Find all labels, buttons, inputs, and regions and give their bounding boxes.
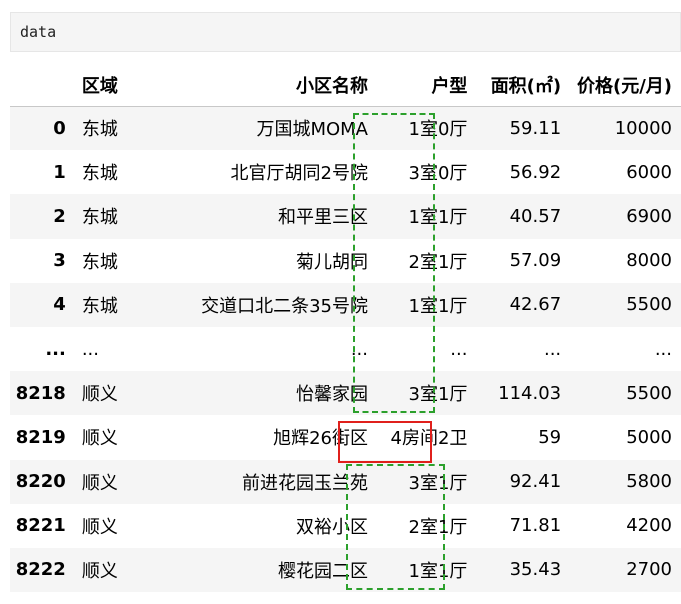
cell-area: 35.43 bbox=[509, 559, 562, 581]
cell-area: 42.67 bbox=[509, 294, 562, 316]
cell-index: 8220 bbox=[15, 471, 66, 493]
cell-price: 6000 bbox=[626, 161, 672, 183]
cell-region: ... bbox=[81, 338, 99, 360]
cell-area: 40.57 bbox=[509, 205, 562, 227]
code-cell[interactable]: data bbox=[10, 12, 681, 52]
cell-price: 6900 bbox=[626, 205, 672, 227]
cell-price: 2700 bbox=[626, 559, 672, 581]
table-row: 4 东城 交道口北二条35号院 1室1厅 42.67 5500 bbox=[10, 282, 681, 327]
layout-highlight-bottom bbox=[346, 464, 445, 590]
table-row: .................. bbox=[10, 326, 681, 372]
cell-region: 顺义 bbox=[81, 384, 118, 406]
table-header-row: 区域 小区名称 户型 面积(㎡) 价格(元/月) bbox=[10, 64, 681, 107]
cell-community-name: 怡馨家园 bbox=[296, 384, 368, 406]
cell-community-name: 双裕小区 bbox=[296, 516, 368, 538]
cell-area: 56.92 bbox=[509, 161, 562, 183]
cell-community-name: 旭辉26街区 bbox=[273, 428, 368, 450]
cell-price: ... bbox=[654, 338, 672, 360]
cell-region: 顺义 bbox=[81, 428, 118, 450]
cell-community-name: 前进花园玉兰苑 bbox=[242, 472, 368, 494]
cell-region: 东城 bbox=[81, 295, 118, 317]
cell-price: 5500 bbox=[626, 382, 672, 404]
cell-community-name: 菊儿胡同 bbox=[296, 251, 368, 273]
cell-price: 5800 bbox=[626, 471, 672, 493]
cell-community-name: 樱花园二区 bbox=[278, 560, 368, 582]
cell-index: 3 bbox=[53, 250, 66, 272]
table-row: 2 东城 和平里三区 1室1厅 40.57 6900 bbox=[10, 194, 681, 239]
cell-region: 顺义 bbox=[81, 472, 118, 494]
header-region: 区域 bbox=[68, 64, 126, 107]
code-text: data bbox=[20, 23, 57, 41]
cell-price: 8000 bbox=[626, 250, 672, 272]
anomaly-highlight bbox=[338, 421, 432, 463]
table-row: 1 东城 北官厅胡同2号院 3室0厅 56.92 6000 bbox=[10, 150, 681, 195]
cell-index: 8219 bbox=[15, 426, 66, 448]
table-row: 0 东城 万国城MOMA 1室0厅 59.11 10000 bbox=[10, 106, 681, 151]
cell-community-name: 万国城MOMA bbox=[256, 119, 368, 141]
cell-area: 57.09 bbox=[509, 250, 562, 272]
cell-index: 1 bbox=[53, 161, 66, 183]
cell-price: 4200 bbox=[626, 515, 672, 537]
cell-index: 2 bbox=[53, 205, 66, 227]
cell-community-name: 交道口北二条35号院 bbox=[201, 295, 368, 317]
header-layout: 户型 bbox=[368, 64, 475, 107]
table-row: 8218 顺义 怡馨家园 3室1厅 114.03 5500 bbox=[10, 371, 681, 416]
cell-price: 5000 bbox=[626, 426, 672, 448]
cell-index: 4 bbox=[53, 294, 66, 316]
cell-region: 东城 bbox=[81, 251, 118, 273]
cell-area: ... bbox=[543, 338, 562, 360]
table-row: 3 东城 菊儿胡同 2室1厅 57.09 8000 bbox=[10, 238, 681, 283]
header-area: 面积(㎡) bbox=[474, 64, 562, 107]
cell-region: 顺义 bbox=[81, 516, 118, 538]
header-price: 价格(元/月) bbox=[561, 64, 681, 107]
cell-index: 8222 bbox=[15, 559, 66, 581]
cell-region: 东城 bbox=[81, 163, 118, 185]
cell-price: 10000 bbox=[614, 117, 672, 139]
cell-region: 东城 bbox=[81, 207, 118, 229]
cell-community-name: ... bbox=[350, 338, 368, 360]
cell-community-name: 北官厅胡同2号院 bbox=[230, 163, 368, 185]
header-community-name: 小区名称 bbox=[125, 64, 368, 107]
cell-area: 92.41 bbox=[509, 471, 562, 493]
cell-region: 顺义 bbox=[81, 560, 118, 582]
cell-area: 59 bbox=[538, 426, 562, 448]
header-index bbox=[10, 64, 69, 107]
cell-price: 5500 bbox=[626, 294, 672, 316]
cell-index: 8221 bbox=[15, 515, 66, 537]
cell-area: 59.11 bbox=[509, 117, 562, 139]
cell-area: 71.81 bbox=[509, 515, 562, 537]
cell-index: 0 bbox=[53, 117, 66, 139]
cell-index: 8218 bbox=[15, 382, 66, 404]
cell-index: ... bbox=[45, 338, 66, 360]
layout-highlight-top bbox=[353, 113, 435, 413]
cell-area: 114.03 bbox=[498, 382, 562, 404]
cell-community-name: 和平里三区 bbox=[278, 207, 368, 229]
cell-region: 东城 bbox=[81, 119, 118, 141]
